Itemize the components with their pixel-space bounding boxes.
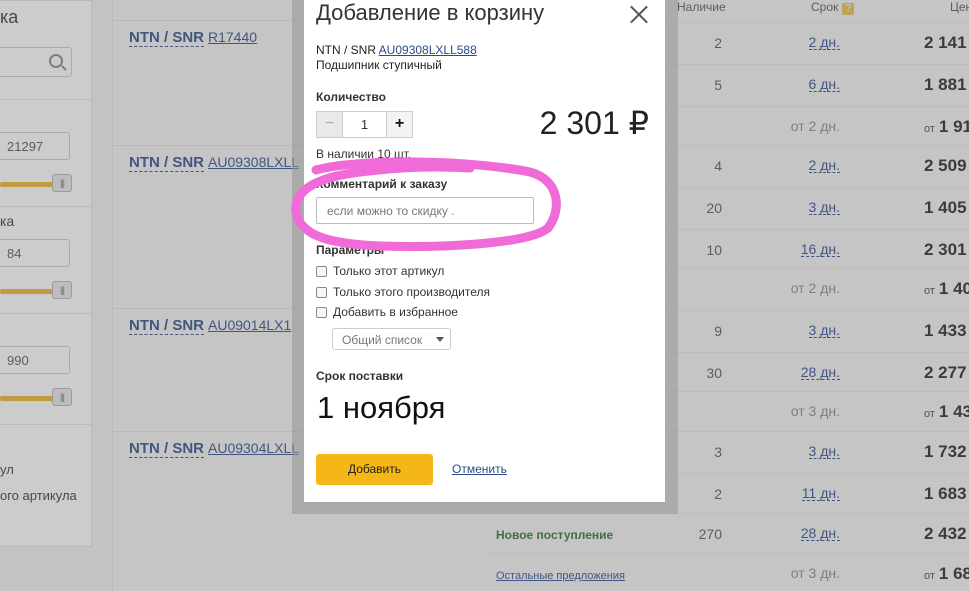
checkbox[interactable] <box>316 306 327 318</box>
checkbox[interactable] <box>316 265 327 277</box>
option-only-manufacturer[interactable]: Только этого производителя <box>316 285 490 299</box>
add-button[interactable]: Добавить <box>316 454 433 485</box>
product-brand: NTN / SNR <box>316 43 376 57</box>
comment-label: Комментарий к заказу <box>316 177 448 191</box>
option-only-article[interactable]: Только этот артикул <box>316 264 444 278</box>
dialog-title: Добавление в корзину <box>316 0 545 25</box>
delivery-label: Срок поставки <box>316 369 404 383</box>
stock-text: В наличии 10 шт. <box>316 147 412 161</box>
close-icon[interactable] <box>629 4 649 24</box>
favorites-list-select[interactable]: Общий список <box>332 328 451 350</box>
product-info: NTN / SNR AU09308LXLL588 Подшипник ступи… <box>316 43 477 73</box>
checkbox[interactable] <box>316 286 327 298</box>
params-label: Параметры <box>316 243 385 257</box>
quantity-input[interactable]: 1 <box>343 111 386 138</box>
quantity-stepper[interactable]: − 1 + <box>316 111 413 138</box>
increment-button[interactable]: + <box>386 111 413 138</box>
delivery-date: 1 ноября <box>317 390 446 425</box>
total-price: 2 301 ₽ <box>539 105 649 141</box>
quantity-label: Количество <box>316 90 386 104</box>
add-to-cart-dialog: Добавление в корзину NTN / SNR AU09308LX… <box>304 0 665 502</box>
option-add-favorites[interactable]: Добавить в избранное <box>316 305 458 319</box>
product-article-link[interactable]: AU09308LXLL588 <box>379 43 477 57</box>
order-comment-input[interactable]: если можно то скидку . <box>316 197 534 224</box>
chevron-down-icon <box>436 337 444 342</box>
product-name: Подшипник ступичный <box>316 58 442 72</box>
decrement-button[interactable]: − <box>316 111 343 138</box>
cancel-link[interactable]: Отменить <box>452 462 507 476</box>
